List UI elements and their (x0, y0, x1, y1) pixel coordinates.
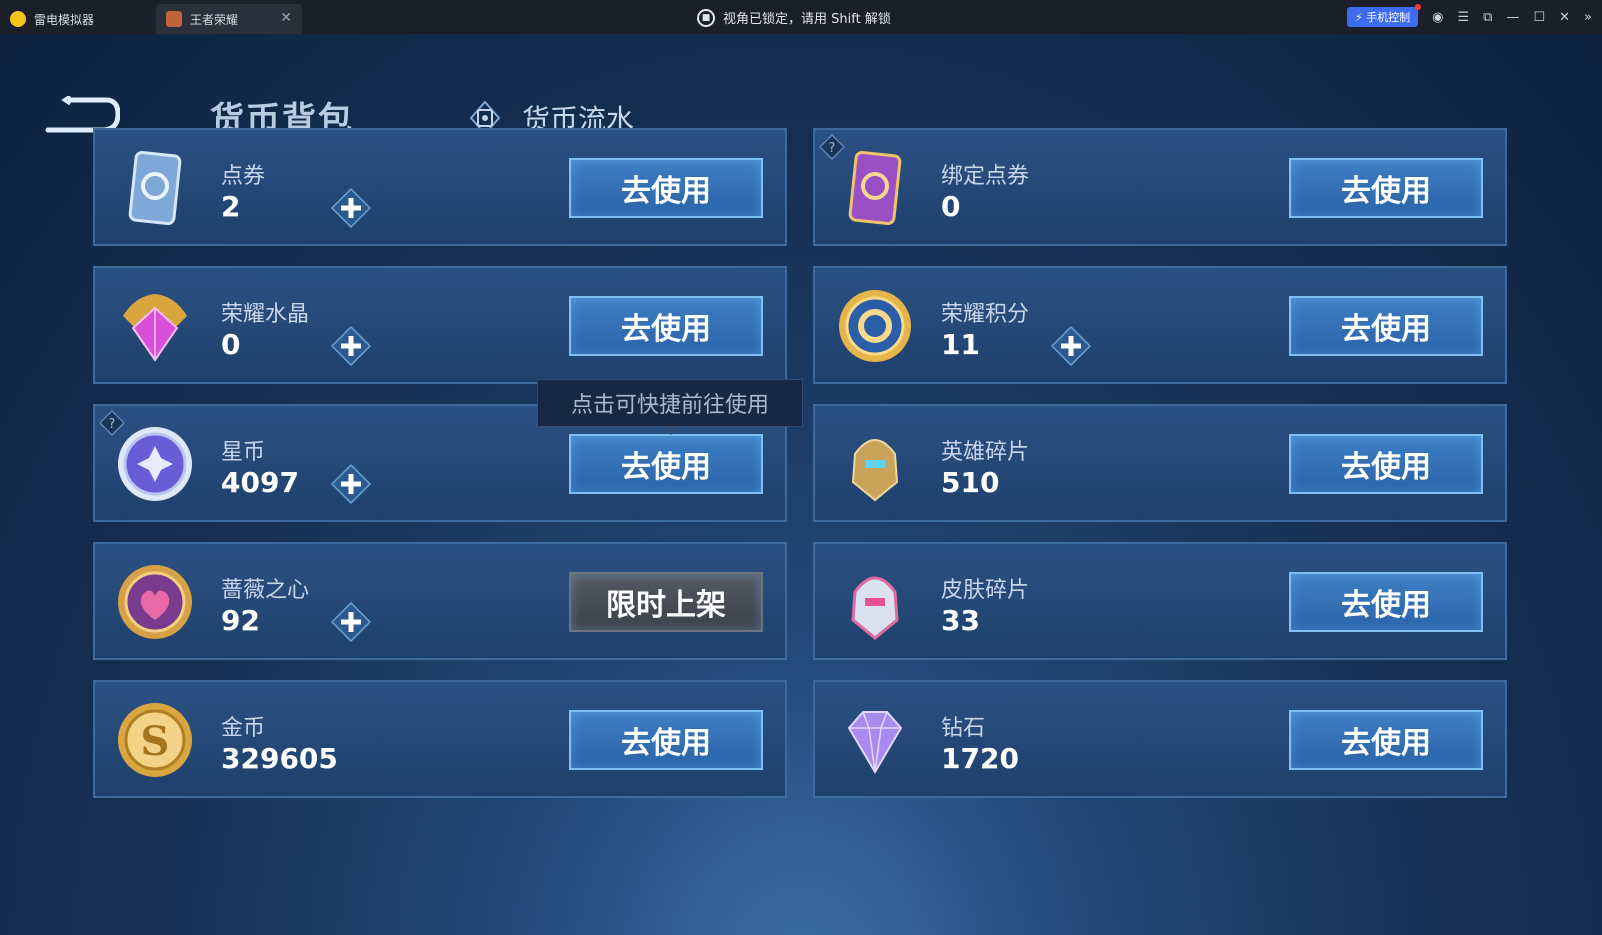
currency-name: 荣耀积分 (941, 302, 1030, 327)
tab-emulator[interactable]: 雷电模拟器 (0, 4, 156, 34)
emulator-logo-icon (10, 11, 26, 27)
currency-value: 4097 (221, 466, 299, 499)
currency-card-diamond: 钻石 1720 去使用 (813, 680, 1507, 798)
use-button[interactable]: 去使用 (1289, 572, 1483, 632)
currency-value: 11 (941, 328, 980, 361)
hero-shard-icon (851, 439, 899, 502)
use-button[interactable]: 去使用 (569, 710, 763, 770)
use-button[interactable]: 去使用 (1289, 158, 1483, 218)
expand-sidebar-icon[interactable]: » (1584, 10, 1592, 25)
skin-shard-icon (851, 576, 899, 640)
phone-control-label: 手机控制 (1366, 11, 1411, 24)
currency-card-dianjuan: 点券 2 去使用 (93, 128, 787, 246)
currency-value: 33 (941, 604, 980, 637)
window-controls: ⚡ 手机控制 ◉ ☰ ⧉ — ☐ ✕ » (1346, 4, 1592, 27)
plus-icon[interactable] (331, 464, 371, 504)
currency-name: 皮肤碎片 (941, 578, 1030, 603)
maximize-icon[interactable]: ☐ (1533, 10, 1545, 25)
currency-card-rose-heart: 蔷薇之心 92 限时上架 (93, 542, 787, 660)
currency-value: 329605 (221, 742, 338, 775)
use-button[interactable]: 去使用 (1289, 434, 1483, 494)
diamond-icon (847, 711, 903, 774)
plus-icon[interactable] (331, 602, 371, 642)
tab-game-label: 王者荣耀 (190, 12, 239, 27)
currency-card-glory-points: 荣耀积分 11 去使用 (813, 266, 1507, 384)
notification-dot (1415, 4, 1422, 10)
game-logo-icon (166, 11, 182, 27)
currency-name: 金币 (221, 716, 266, 741)
currency-name: 绑定点券 (941, 164, 1030, 189)
close-tab-icon[interactable]: ✕ (280, 10, 292, 26)
use-button[interactable]: 去使用 (1289, 710, 1483, 770)
svg-text:S: S (141, 718, 170, 765)
rose-heart-icon (118, 565, 192, 639)
currency-value: 92 (221, 604, 260, 637)
currency-value: 1720 (941, 742, 1019, 775)
currency-name: 星币 (221, 440, 266, 465)
use-button[interactable]: 去使用 (569, 158, 763, 218)
emulator-titlebar: 雷电模拟器 王者荣耀 ✕ ■ 视角已锁定，请用 Shift 解锁 ⚡ 手机控制 … (0, 0, 1602, 34)
currency-value: 0 (221, 328, 241, 361)
currency-name: 钻石 (941, 716, 986, 741)
tab-emulator-label: 雷电模拟器 (34, 12, 95, 27)
currency-value: 0 (941, 190, 961, 223)
game-screen: 货币背包 货币流水 点券 2 去使用 ? 绑定点券 0 去使用 荣耀水晶 0 去… (0, 34, 1602, 935)
plus-icon[interactable] (1051, 326, 1091, 366)
currency-value: 2 (221, 190, 241, 223)
limited-time-button[interactable]: 限时上架 (569, 572, 763, 632)
currency-card-gold-coin: S 金币 329605 去使用 (93, 680, 787, 798)
currency-card-glory-crystal: 荣耀水晶 0 去使用 (93, 266, 787, 384)
view-lock-notice: ■ 视角已锁定，请用 Shift 解锁 (697, 8, 891, 27)
currency-name: 蔷薇之心 (221, 578, 310, 603)
tab-game[interactable]: 王者荣耀 ✕ (156, 4, 302, 34)
account-icon[interactable]: ◉ (1432, 10, 1443, 25)
ticket-blue-icon (128, 150, 182, 226)
plus-icon[interactable] (331, 188, 371, 228)
lock-icon: ■ (697, 8, 715, 27)
plus-icon[interactable] (331, 326, 371, 366)
star-coin-icon (118, 427, 192, 501)
close-window-icon[interactable]: ✕ (1559, 10, 1570, 25)
use-button[interactable]: 去使用 (569, 434, 763, 494)
gold-coin-icon: S (118, 703, 192, 777)
use-button[interactable]: 去使用 (1289, 296, 1483, 356)
currency-card-bound-dianjuan: ? 绑定点券 0 去使用 (813, 128, 1507, 246)
currency-name: 点券 (221, 164, 266, 189)
quick-use-tooltip: 点击可快捷前往使用 (537, 379, 803, 435)
currency-value: 510 (941, 466, 1000, 499)
points-coin-icon (839, 290, 911, 362)
phone-control-button[interactable]: ⚡ 手机控制 (1346, 4, 1422, 27)
lock-message: 视角已锁定，请用 Shift 解锁 (723, 12, 891, 27)
currency-name: 英雄碎片 (941, 440, 1030, 465)
ticket-purple-icon (848, 150, 902, 226)
currency-name: 荣耀水晶 (221, 302, 310, 327)
menu-icon[interactable]: ☰ (1458, 10, 1470, 25)
minimize-icon[interactable]: — (1506, 10, 1519, 25)
currency-card-skin-shard: 皮肤碎片 33 去使用 (813, 542, 1507, 660)
use-button[interactable]: 去使用 (569, 296, 763, 356)
popout-icon[interactable]: ⧉ (1483, 10, 1492, 25)
crystal-icon (123, 294, 187, 362)
currency-card-hero-shard: 英雄碎片 510 去使用 (813, 404, 1507, 522)
